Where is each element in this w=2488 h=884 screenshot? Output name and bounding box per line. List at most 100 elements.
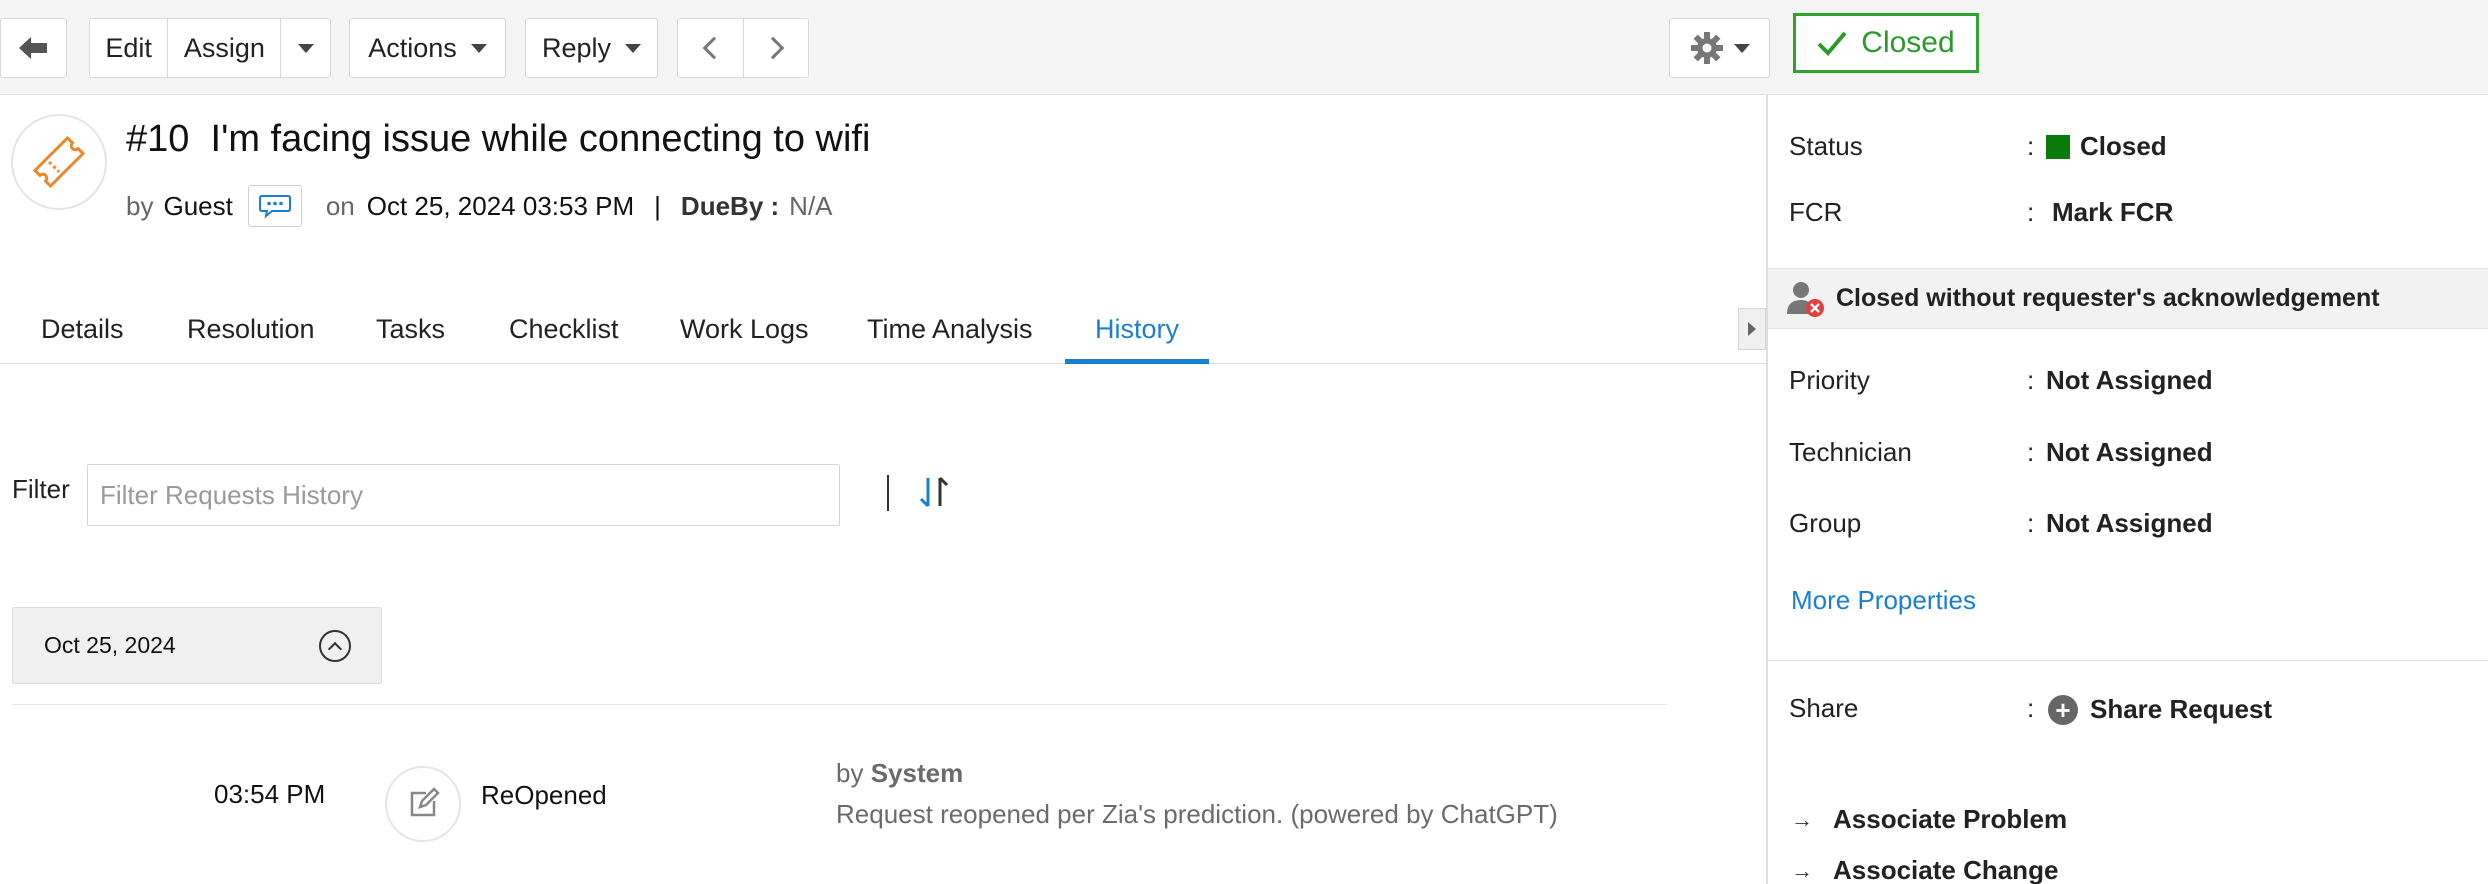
sort-order-icon[interactable] — [918, 472, 950, 512]
chevron-down-icon — [625, 43, 642, 53]
created-date: Oct 25, 2024 03:53 PM — [366, 190, 635, 221]
reply-button[interactable]: Reply — [525, 18, 658, 78]
technician-label: Technician — [1789, 437, 1912, 467]
associate-change-label: Associate Change — [1833, 855, 2059, 884]
arrow-left-icon — [18, 37, 47, 59]
conversation-button[interactable] — [247, 185, 302, 227]
by-prefix: by — [836, 758, 864, 788]
previous-button[interactable] — [678, 19, 743, 77]
tab-details[interactable]: Details — [41, 314, 124, 345]
group-label: Group — [1789, 508, 1862, 538]
history-entry-time: 03:54 PM — [214, 779, 326, 809]
ticket-icon — [32, 135, 86, 189]
requester-name[interactable]: Guest — [163, 191, 232, 222]
technician-colon: : — [2027, 437, 2035, 467]
properties-panel: Status : Closed FCR : Mark FCR Closed wi… — [1766, 95, 2488, 884]
history-entry-icon — [385, 766, 461, 842]
dueby-label: DueBy : — [680, 190, 780, 221]
ticket-meta: by Guest on Oct 25, 2024 03:53 PM | DueB… — [126, 184, 833, 228]
status-label: Status — [1789, 131, 1863, 161]
share-label: Share — [1789, 693, 1859, 723]
ticket-number: #10 — [126, 118, 190, 160]
technician-value[interactable]: Not Assigned — [2046, 437, 2213, 468]
chat-bubble-icon — [258, 195, 291, 219]
associate-problem-label: Associate Problem — [1833, 804, 2068, 834]
acknowledgement-banner: Closed without requester's acknowledgeme… — [1768, 268, 2488, 329]
status-color-swatch — [2046, 134, 2070, 159]
status-button-label: Closed — [1861, 26, 1955, 59]
history-entry-by: by System — [836, 758, 963, 789]
tab-tasks[interactable]: Tasks — [376, 314, 445, 345]
navigation-group — [677, 18, 809, 78]
status-value[interactable]: Closed — [2046, 131, 2167, 162]
filter-history-input[interactable] — [87, 464, 840, 526]
chevron-down-icon — [297, 43, 314, 53]
status-closed-button[interactable]: Closed — [1793, 13, 1979, 73]
chevron-down-icon — [1733, 43, 1750, 53]
fcr-colon: : — [2027, 197, 2035, 227]
priority-value[interactable]: Not Assigned — [2046, 365, 2213, 396]
user-unacknowledged-icon — [1787, 281, 1824, 317]
edit-assign-group: Edit Assign — [89, 18, 331, 78]
caret-right-icon — [1748, 322, 1756, 336]
arrow-right-icon: → — [1791, 806, 1813, 832]
actions-label: Actions — [368, 32, 457, 63]
by-prefix: by — [126, 190, 154, 221]
panel-divider — [1768, 660, 2488, 661]
on-prefix: on — [325, 190, 355, 221]
chevron-up-circle-icon[interactable] — [319, 630, 351, 662]
chevron-right-icon — [761, 36, 785, 60]
priority-label: Priority — [1789, 365, 1870, 395]
arrow-right-icon: → — [1791, 857, 1813, 883]
filter-label: Filter — [12, 474, 70, 504]
history-entry-author: System — [870, 758, 964, 788]
associate-problem-link[interactable]: → Associate Problem — [1791, 804, 2067, 835]
reply-label: Reply — [541, 32, 612, 63]
dueby-value: N/A — [789, 190, 833, 221]
settings-button[interactable] — [1669, 18, 1770, 78]
history-date-label: Oct 25, 2024 — [44, 632, 176, 658]
back-button[interactable] — [0, 18, 67, 78]
fcr-label: FCR — [1789, 197, 1843, 227]
history-divider — [12, 704, 1667, 705]
history-entry-description: Request reopened per Zia's prediction. (… — [836, 799, 1558, 829]
ticket-subject: I'm facing issue while connecting to wif… — [210, 118, 871, 160]
more-properties-link[interactable]: More Properties — [1791, 585, 1976, 616]
ticket-title: #10 I'm facing issue while connecting to… — [126, 118, 870, 161]
group-value[interactable]: Not Assigned — [2046, 508, 2213, 539]
panel-toggle-button[interactable] — [1738, 308, 1766, 350]
chevron-left-icon — [702, 36, 725, 60]
associate-change-link[interactable]: → Associate Change — [1791, 855, 2058, 884]
actions-button[interactable]: Actions — [349, 18, 506, 78]
acknowledgement-text: Closed without requester's acknowledgeme… — [1836, 284, 2380, 312]
chevron-down-icon — [470, 43, 487, 53]
history-date-group[interactable]: Oct 25, 2024 — [12, 607, 382, 684]
assign-label: Assign — [183, 32, 265, 63]
tab-time-analysis[interactable]: Time Analysis — [867, 314, 1033, 345]
assign-button[interactable]: Assign — [167, 19, 280, 77]
check-icon — [1817, 31, 1847, 56]
filter-divider — [887, 475, 889, 511]
assign-dropdown-button[interactable] — [280, 19, 330, 77]
tab-resolution[interactable]: Resolution — [187, 314, 315, 345]
ticket-tabs: Details Resolution Tasks Checklist Work … — [0, 300, 1766, 364]
meta-separator: | — [654, 190, 661, 221]
tab-history[interactable]: History — [1095, 314, 1179, 345]
tab-checklist[interactable]: Checklist — [509, 314, 619, 345]
priority-colon: : — [2027, 365, 2035, 395]
share-request-button[interactable]: + Share Request — [2048, 694, 2272, 725]
mark-fcr-link[interactable]: Mark FCR — [2052, 197, 2173, 228]
status-value-text: Closed — [2080, 131, 2167, 161]
next-button[interactable] — [743, 19, 808, 77]
ticket-type-icon — [11, 114, 107, 210]
chevron-up-icon — [327, 641, 343, 656]
group-colon: : — [2027, 508, 2035, 538]
gear-icon — [1690, 32, 1723, 64]
edit-label: Edit — [105, 32, 152, 63]
share-request-label: Share Request — [2090, 694, 2273, 724]
share-colon: : — [2027, 693, 2035, 723]
tab-work-logs[interactable]: Work Logs — [680, 314, 809, 345]
edit-button[interactable]: Edit — [90, 19, 167, 77]
active-tab-indicator — [1065, 359, 1209, 364]
status-colon: : — [2027, 131, 2035, 161]
